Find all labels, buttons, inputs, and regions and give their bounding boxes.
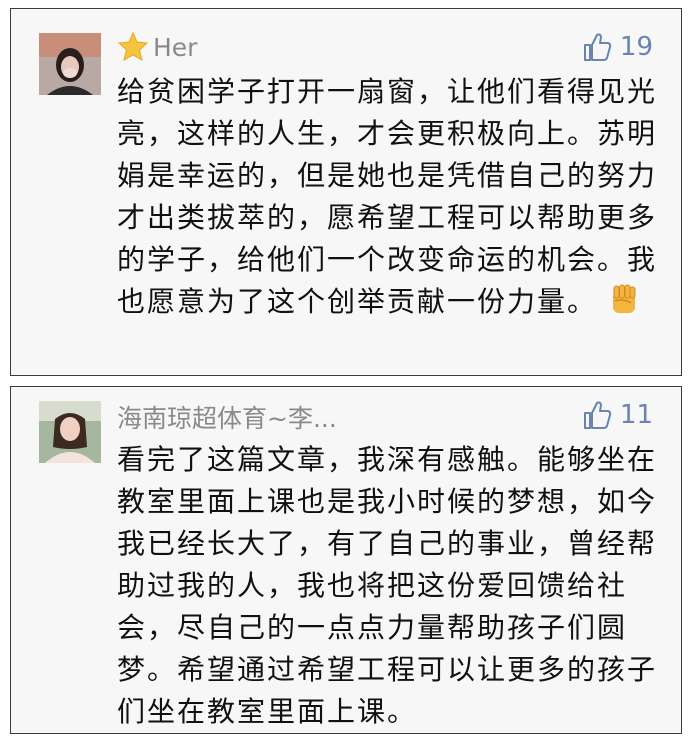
- comment-card: Her 19 给贫困学子打开一扇窗，让他们看得见光亮，这样的人生，才会更积极向上…: [10, 8, 682, 376]
- username-text: Her: [153, 32, 198, 62]
- avatar[interactable]: [39, 401, 101, 463]
- comment-username[interactable]: 海南琼超体育~李...: [117, 399, 337, 435]
- thumbs-up-icon: [583, 33, 612, 61]
- username-text: 海南琼超体育~李...: [117, 404, 337, 433]
- like-button[interactable]: 19: [582, 31, 653, 63]
- comment-card: 海南琼超体育~李... 11 看完了这篇文章，我深有感触。能够坐在教室里面上课也…: [10, 386, 682, 734]
- star-emoji-icon: [117, 31, 149, 61]
- comment-body: 看完了这篇文章，我深有感触。能够坐在教室里面上课也是我小时候的梦想，如今我已经长…: [117, 443, 658, 728]
- comment-body: 给贫困学子打开一扇窗，让他们看得见光亮，这样的人生，才会更积极向上。苏明娟是幸运…: [117, 75, 658, 318]
- like-button[interactable]: 11: [582, 399, 653, 431]
- thumbs-up-icon: [583, 401, 612, 429]
- comment-text: 看完了这篇文章，我深有感触。能够坐在教室里面上课也是我小时候的梦想，如今我已经长…: [117, 439, 665, 733]
- comment-text: 给贫困学子打开一扇窗，让他们看得见光亮，这样的人生，才会更积极向上。苏明娟是幸运…: [117, 71, 665, 323]
- like-count: 11: [619, 400, 653, 430]
- comment-username[interactable]: Her: [117, 31, 197, 63]
- like-count: 19: [619, 32, 653, 62]
- avatar[interactable]: [39, 33, 101, 95]
- fist-emoji-icon: [613, 284, 636, 313]
